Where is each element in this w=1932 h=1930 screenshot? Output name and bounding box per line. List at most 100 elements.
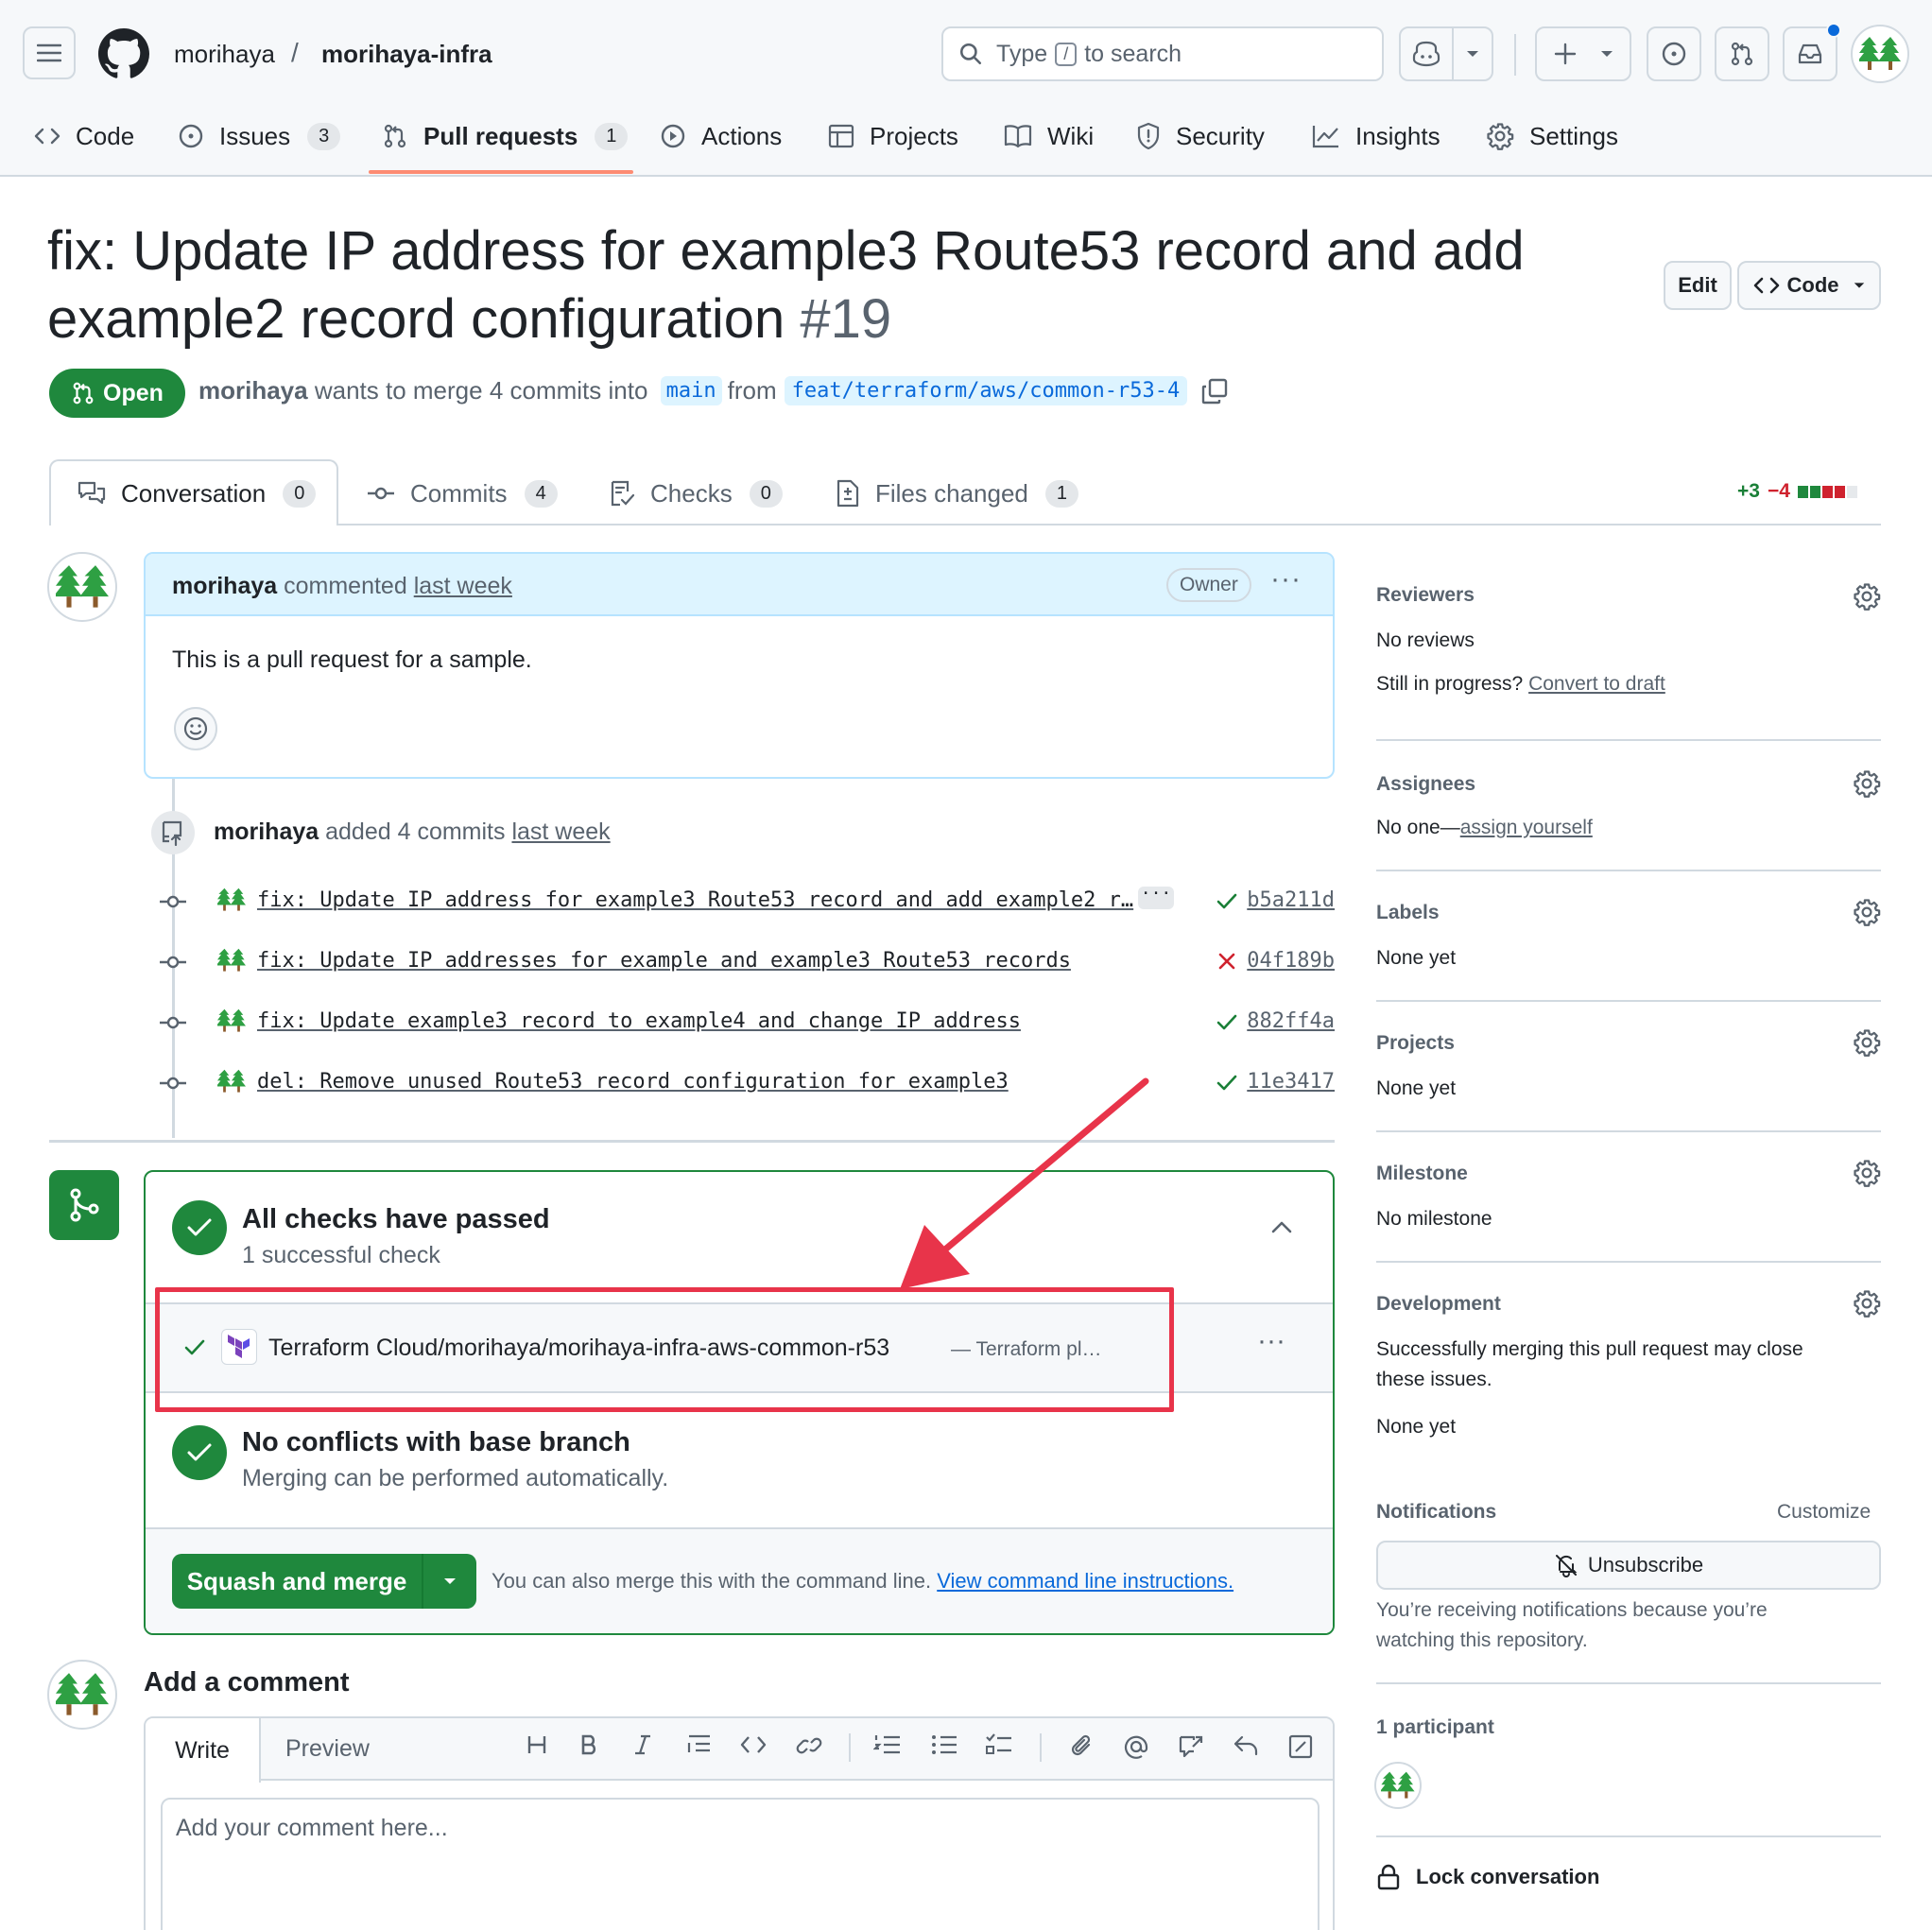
comment-options-button[interactable]: ···	[1270, 563, 1302, 595]
tab-actions[interactable]: Actions	[660, 113, 782, 159]
tab-wiki[interactable]: Wiki	[1004, 113, 1094, 159]
commit-message-link[interactable]: fix: Update IP addresses for example and…	[257, 949, 1071, 973]
commits-time[interactable]: last week	[511, 819, 610, 845]
quote-icon[interactable]	[686, 1733, 713, 1756]
commits-author[interactable]: morihaya	[214, 819, 319, 845]
gear-icon[interactable]	[1853, 582, 1881, 611]
assign-yourself-link[interactable]: assign yourself	[1460, 817, 1593, 838]
tab-files-changed[interactable]: Files changed 1	[836, 471, 1079, 516]
tab-issues[interactable]: Issues 3	[178, 113, 341, 159]
check-icon[interactable]	[1216, 892, 1238, 911]
commit-row: del: Remove unused Route53 record config…	[151, 1064, 1335, 1102]
bold-icon[interactable]	[578, 1733, 601, 1756]
unordered-list-icon[interactable]	[930, 1733, 958, 1756]
commit-sha-link[interactable]: 11e3417	[1247, 1070, 1335, 1094]
labels-heading[interactable]: Labels	[1376, 902, 1440, 924]
check-icon[interactable]	[1216, 1074, 1238, 1093]
comment-textarea[interactable]: Add your comment here...	[161, 1798, 1320, 1930]
chevron-up-icon[interactable]	[1270, 1219, 1293, 1234]
commit-sha-link[interactable]: b5a211d	[1247, 888, 1335, 912]
mention-icon[interactable]	[1123, 1733, 1149, 1760]
repo-push-badge	[151, 811, 195, 854]
ordered-list-icon[interactable]	[873, 1733, 902, 1756]
italic-icon[interactable]	[631, 1733, 654, 1756]
tab-projects[interactable]: Projects	[828, 113, 958, 159]
comment-author[interactable]: morihaya	[172, 573, 277, 599]
fullscreen-edit-icon[interactable]	[1287, 1733, 1314, 1760]
tab-pull-requests[interactable]: Pull requests 1	[382, 113, 629, 159]
gear-icon[interactable]	[1853, 1159, 1881, 1187]
github-logo-icon[interactable]	[98, 28, 149, 79]
lock-conversation-button[interactable]: Lock conversation	[1376, 1864, 1599, 1890]
tab-checks[interactable]: Checks 0	[609, 471, 783, 516]
diffstat: +3 −4	[1737, 480, 1857, 503]
comment-time[interactable]: last week	[414, 573, 512, 599]
link-icon[interactable]	[796, 1733, 822, 1758]
customize-link[interactable]: Customize	[1777, 1501, 1871, 1524]
heading-icon[interactable]	[526, 1733, 548, 1756]
pull-requests-header-button[interactable]	[1715, 26, 1769, 81]
search-input[interactable]: Type / to search	[941, 26, 1384, 81]
tab-insights[interactable]: Insights	[1312, 113, 1440, 159]
add-reaction-button[interactable]	[174, 707, 217, 750]
code-icon[interactable]	[739, 1733, 768, 1756]
assignees-heading[interactable]: Assignees	[1376, 773, 1475, 796]
book-icon	[1004, 125, 1032, 148]
gear-icon[interactable]	[1853, 769, 1881, 798]
commit-sha-link[interactable]: 04f189b	[1247, 949, 1335, 973]
gear-icon[interactable]	[1853, 1028, 1881, 1057]
check-icon[interactable]	[1216, 1013, 1238, 1032]
user-avatar[interactable]	[1851, 25, 1909, 83]
milestone-heading[interactable]: Milestone	[1376, 1163, 1468, 1185]
commit-sha-link[interactable]: 882ff4a	[1247, 1009, 1335, 1033]
tab-commits[interactable]: Commits 4	[367, 471, 558, 516]
copilot-button[interactable]	[1399, 26, 1493, 81]
gear-icon[interactable]	[1853, 1289, 1881, 1318]
sidebar-divider	[1376, 1000, 1881, 1002]
commit-message-link[interactable]: fix: Update IP address for example3 Rout…	[257, 888, 1133, 912]
paperclip-icon[interactable]	[1070, 1733, 1095, 1760]
pr-author-link[interactable]: morihaya	[198, 376, 308, 405]
tab-preview[interactable]: Preview	[285, 1735, 370, 1763]
commit-message-link[interactable]: fix: Update example3 record to example4 …	[257, 1009, 1021, 1033]
pr-title-line1: fix: Update IP address for example3 Rout…	[47, 220, 1525, 282]
labels-value: None yet	[1376, 947, 1457, 969]
reply-icon[interactable]	[1233, 1733, 1259, 1758]
check-options-button[interactable]: ···	[1257, 1325, 1285, 1357]
development-heading[interactable]: Development	[1376, 1293, 1501, 1316]
copilot-icon	[1412, 41, 1440, 67]
tab-settings[interactable]: Settings	[1486, 113, 1618, 159]
from-text: from	[727, 376, 777, 405]
cross-reference-icon[interactable]	[1178, 1733, 1204, 1760]
convert-to-draft-link[interactable]: Convert to draft	[1528, 673, 1665, 695]
squash-and-merge-button[interactable]: Squash and merge	[172, 1554, 423, 1609]
copy-icon[interactable]	[1200, 377, 1229, 405]
code-dropdown-button[interactable]: Code	[1737, 261, 1881, 310]
repo-owner-link[interactable]: morihaya	[174, 40, 275, 69]
unsubscribe-button[interactable]: Unsubscribe	[1376, 1541, 1881, 1590]
gear-icon[interactable]	[1853, 898, 1881, 926]
cli-instructions-link[interactable]: View command line instructions.	[937, 1569, 1233, 1593]
avatar[interactable]	[47, 552, 117, 622]
projects-heading[interactable]: Projects	[1376, 1032, 1455, 1055]
edit-title-button[interactable]: Edit	[1664, 261, 1732, 310]
repo-name-link[interactable]: morihaya-infra	[321, 40, 492, 69]
menu-button[interactable]	[23, 26, 76, 79]
tab-write[interactable]: Write	[146, 1718, 261, 1783]
task-list-icon[interactable]	[985, 1733, 1013, 1756]
expand-commit-button[interactable]: ···	[1138, 886, 1174, 909]
issues-header-button[interactable]	[1647, 26, 1701, 81]
comment-box: morihaya commented last week Owner ··· T…	[144, 552, 1335, 779]
participant-avatar[interactable]	[1374, 1762, 1422, 1809]
merge-method-dropdown[interactable]	[423, 1554, 476, 1609]
avatar[interactable]	[47, 1660, 117, 1730]
head-branch-label[interactable]: feat/terraform/aws/common-r53-4	[784, 376, 1188, 405]
tab-security[interactable]: Security	[1136, 113, 1265, 159]
base-branch-label[interactable]: main	[660, 376, 722, 405]
tab-code[interactable]: Code	[34, 113, 134, 159]
create-new-button[interactable]	[1535, 26, 1631, 81]
reviewers-heading[interactable]: Reviewers	[1376, 584, 1475, 607]
x-icon[interactable]	[1217, 952, 1236, 971]
development-text-2: these issues.	[1376, 1369, 1492, 1390]
tab-conversation[interactable]: Conversation 0	[49, 459, 338, 526]
